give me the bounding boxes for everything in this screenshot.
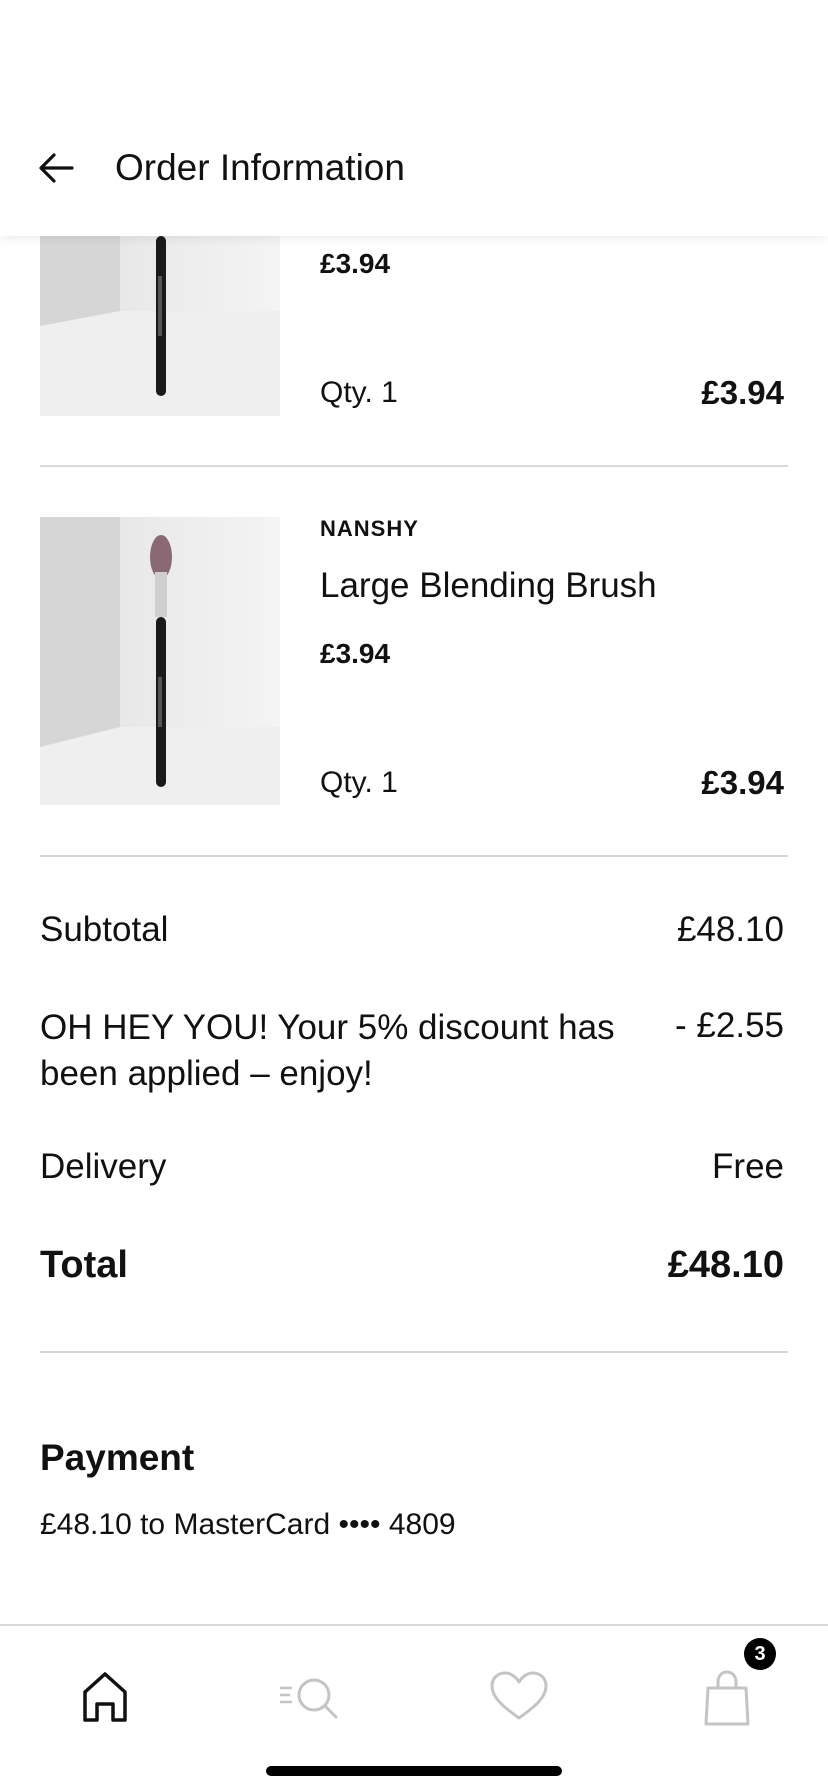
app-header: Order Information <box>0 0 828 236</box>
unit-price: £3.94 <box>320 638 391 669</box>
delivery-value: Free <box>712 1147 784 1186</box>
order-information-screen: Order Information £3.94 Qty. 1 £3.94 NAN… <box>0 0 828 1792</box>
nav-wishlist[interactable] <box>484 1662 554 1732</box>
subtotal-label: Subtotal <box>40 910 169 949</box>
subtotal-value: £48.10 <box>676 910 784 949</box>
search-icon <box>280 1678 338 1719</box>
back-button[interactable] <box>36 146 80 190</box>
product-image <box>40 517 280 805</box>
discount-value: - £2.55 <box>675 1006 784 1045</box>
nav-cart[interactable] <box>692 1662 762 1732</box>
product-image <box>40 236 280 416</box>
divider <box>40 855 788 857</box>
discount-label: OH HEY YOU! Your 5% discount has been ap… <box>40 1008 615 1093</box>
line-price: £3.94 <box>701 374 784 411</box>
divider <box>40 465 788 467</box>
payment-method: £48.10 to MasterCard •••• 4809 <box>40 1508 456 1541</box>
delivery-label: Delivery <box>40 1147 167 1186</box>
line-price: £3.94 <box>701 764 784 801</box>
home-icon <box>83 1672 127 1722</box>
quantity: Qty. 1 <box>320 376 398 409</box>
cart-count-badge: 3 <box>744 1638 776 1670</box>
quantity: Qty. 1 <box>320 766 398 799</box>
total-value: £48.10 <box>667 1244 784 1286</box>
product-name: Large Blending Brush <box>320 566 657 605</box>
page-title: Order Information <box>115 147 405 188</box>
shopping-bag-icon <box>704 1670 750 1726</box>
nav-search[interactable] <box>276 1662 346 1732</box>
nav-home[interactable] <box>70 1662 140 1732</box>
arrow-left-icon <box>39 153 74 183</box>
payment-title: Payment <box>40 1437 195 1478</box>
product-brand: NANSHY <box>320 516 419 541</box>
home-indicator[interactable] <box>266 1766 562 1776</box>
unit-price: £3.94 <box>320 248 391 279</box>
divider <box>40 1351 788 1353</box>
total-label: Total <box>40 1244 128 1286</box>
heart-icon <box>490 1671 548 1720</box>
order-item[interactable]: NANSHY Large Blending Brush £3.94 Qty. 1… <box>0 470 828 860</box>
